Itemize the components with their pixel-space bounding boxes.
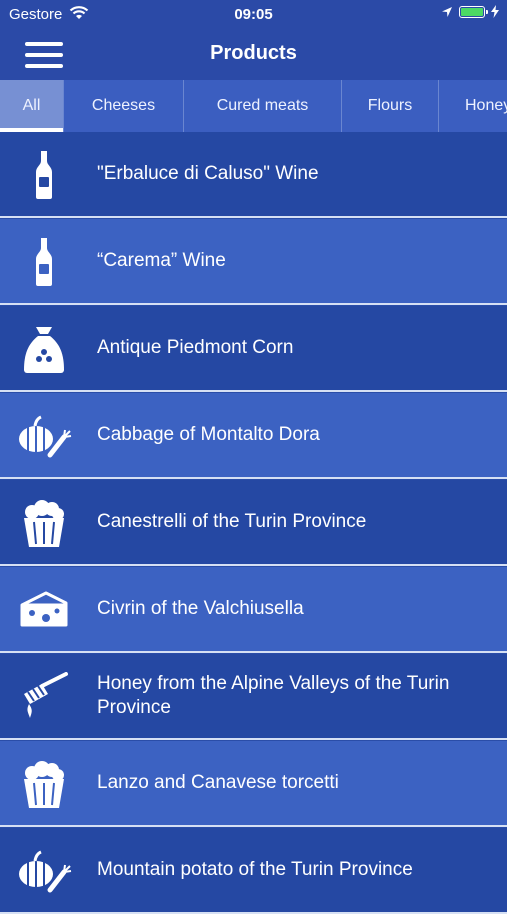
list-item[interactable]: Lanzo and Canavese torcetti xyxy=(0,741,507,827)
basket-icon xyxy=(24,761,64,808)
vegetables-icon xyxy=(19,415,72,458)
tab-all[interactable]: All xyxy=(0,80,64,132)
list-item[interactable]: Canestrelli of the Turin Province xyxy=(0,480,507,566)
product-label: Canestrelli of the Turin Province xyxy=(97,511,367,532)
product-label: Lanzo and Canavese torcetti xyxy=(97,772,339,793)
tab-label: All xyxy=(22,97,41,114)
vegetables-icon xyxy=(19,850,72,893)
tab-flours[interactable]: Flours xyxy=(342,80,439,132)
list-item[interactable]: Cabbage of Montalto Dora xyxy=(0,393,507,479)
list-item[interactable]: Mountain potato of the Turin Province xyxy=(0,828,507,914)
tab-label: Flours xyxy=(367,97,413,114)
clock-label: 09:05 xyxy=(234,6,273,23)
tab-cheeses[interactable]: Cheeses xyxy=(64,80,184,132)
product-label: Civrin of the Valchiusella xyxy=(97,598,304,619)
cheese-icon xyxy=(20,591,68,627)
flour-sack-icon xyxy=(24,327,64,373)
list-item[interactable]: Antique Piedmont Corn xyxy=(0,306,507,392)
tab-label: Cured meats xyxy=(216,97,309,114)
charging-bolt-icon xyxy=(491,5,499,18)
navigation-bar: Products xyxy=(0,28,507,80)
tab-label: Cheeses xyxy=(91,97,156,114)
battery-icon xyxy=(459,5,488,18)
list-item[interactable]: Honey from the Alpine Valleys of the Tur… xyxy=(0,654,507,740)
location-arrow-icon xyxy=(442,6,452,17)
honey-dipper-icon xyxy=(24,672,68,718)
category-tabs: All Cheeses Cured meats Flours Honey xyxy=(0,80,507,132)
product-label: “Carema” Wine xyxy=(97,250,226,271)
list-item[interactable]: Civrin of the Valchiusella xyxy=(0,567,507,653)
status-right xyxy=(441,5,499,18)
wine-bottle-icon xyxy=(36,151,52,199)
product-label: "Erbaluce di Caluso" Wine xyxy=(97,163,319,184)
tab-cured-meats[interactable]: Cured meats xyxy=(184,80,342,132)
tab-honey[interactable]: Honey xyxy=(439,80,507,132)
status-bar: Gestore 09:05 xyxy=(0,0,507,28)
wine-bottle-icon xyxy=(36,238,52,286)
tab-label: Honey xyxy=(465,97,507,114)
list-item[interactable]: "Erbaluce di Caluso" Wine xyxy=(0,132,507,218)
page-title: Products xyxy=(210,42,297,64)
product-label: Antique Piedmont Corn xyxy=(97,337,294,358)
list-item[interactable]: “Carema” Wine xyxy=(0,219,507,305)
basket-icon xyxy=(24,500,64,547)
product-label: Honey from the Alpine Valleys of the Tur… xyxy=(97,673,450,718)
product-label: Mountain potato of the Turin Province xyxy=(97,859,413,880)
product-label: Cabbage of Montalto Dora xyxy=(97,424,320,445)
